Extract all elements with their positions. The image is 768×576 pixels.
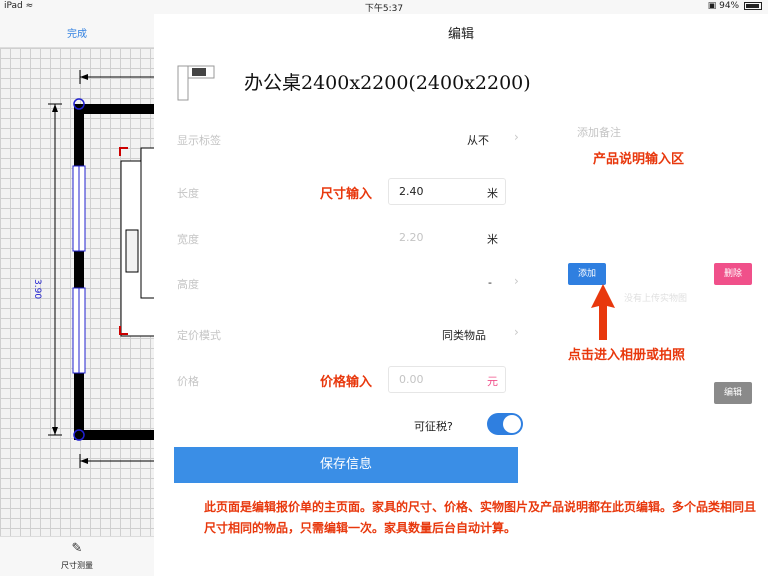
display-label-row-label: 显示标签 <box>177 134 221 147</box>
floor-plan-panel: 完成 3.90 ✎ 尺寸测量 <box>0 14 154 576</box>
chevron-right-icon[interactable]: › <box>514 325 519 339</box>
measure-tool-label: 尺寸测量 <box>61 561 93 570</box>
edit-panel: 编辑 办公桌2400x2200(2400x2200) 显示标签 从不 › 长度 … <box>154 14 768 576</box>
photo-hint: 没有上传实物图 <box>624 294 688 304</box>
product-thumbnail <box>177 65 215 101</box>
floor-plan-canvas[interactable]: 3.90 <box>0 48 154 536</box>
pricing-mode-value[interactable]: 同类物品 <box>442 327 486 343</box>
floor-plan-drawing[interactable]: 3.90 <box>0 48 154 536</box>
vertical-dimension-arrow-top <box>52 104 58 112</box>
page-title: 编辑 <box>447 27 474 42</box>
taxable-toggle[interactable] <box>487 413 523 435</box>
status-bar: iPad ≈ 下午5:37 ▣ 94% <box>0 0 768 14</box>
wall-bottom <box>74 430 154 440</box>
floor-plan-header: 完成 <box>0 14 154 48</box>
furniture-chair <box>125 229 139 273</box>
price-unit: 元 <box>487 375 498 388</box>
vertical-dimension-label: 3.90 <box>32 279 42 299</box>
battery-icon <box>744 1 762 10</box>
status-time: 下午5:37 <box>364 4 404 14</box>
click-photo-annotation: 点击进入相册或拍照 <box>568 348 686 363</box>
measure-tool-button[interactable]: ✎ 尺寸测量 <box>0 541 154 571</box>
length-label: 长度 <box>177 187 199 200</box>
width-value: 2.20 <box>399 231 424 244</box>
chevron-right-icon[interactable]: › <box>514 274 519 288</box>
price-label: 价格 <box>177 375 199 388</box>
height-label: 高度 <box>177 278 199 291</box>
top-dimension-arrow <box>80 74 88 80</box>
vertical-dimension-arrow-bottom <box>52 427 58 435</box>
notes-input[interactable]: 添加备注 <box>577 124 621 140</box>
edit-pencil-icon: ✎ <box>71 541 83 556</box>
pricing-mode-label: 定价模式 <box>177 329 221 342</box>
bottom-note: 此页面是编辑报价单的主页面。家具的尺寸、价格、实物图片及产品说明都在此页编辑。多… <box>204 500 757 535</box>
price-input-annotation: 价格输入 <box>320 375 373 390</box>
length-unit: 米 <box>487 187 498 200</box>
height-value[interactable]: - <box>488 276 492 289</box>
bottom-dimension-arrow <box>80 458 88 464</box>
taxable-label: 可征税? <box>414 420 453 433</box>
chevron-right-icon[interactable]: › <box>514 130 519 144</box>
selection-corner-top <box>119 147 128 156</box>
battery-indicator: ▣ 94% <box>708 1 762 11</box>
arrow-up-icon <box>591 284 615 340</box>
delete-button[interactable]: 删除 <box>714 263 753 285</box>
wall-top <box>74 104 154 114</box>
width-label: 宽度 <box>177 233 199 246</box>
floor-plan-toolbar: ✎ 尺寸测量 <box>0 536 154 576</box>
product-name: 办公桌2400x2200(2400x2200) <box>244 72 531 94</box>
app-screen: iPad ≈ 下午5:37 ▣ 94% 完成 3.90 ✎ 尺寸测量 编辑 办公… <box>0 0 768 576</box>
display-label-value[interactable]: 从不 <box>467 132 489 148</box>
done-button[interactable]: 完成 <box>0 25 154 40</box>
wall-left <box>74 104 84 435</box>
description-area-annotation: 产品说明输入区 <box>593 152 685 167</box>
width-unit: 米 <box>487 233 498 246</box>
save-button[interactable]: 保存信息 <box>174 447 518 483</box>
size-input-annotation: 尺寸输入 <box>320 187 373 202</box>
furniture-desk-top <box>140 147 154 299</box>
edit-button[interactable]: 编辑 <box>714 382 753 404</box>
screen-rotation-icon: ▣ <box>707 1 717 11</box>
